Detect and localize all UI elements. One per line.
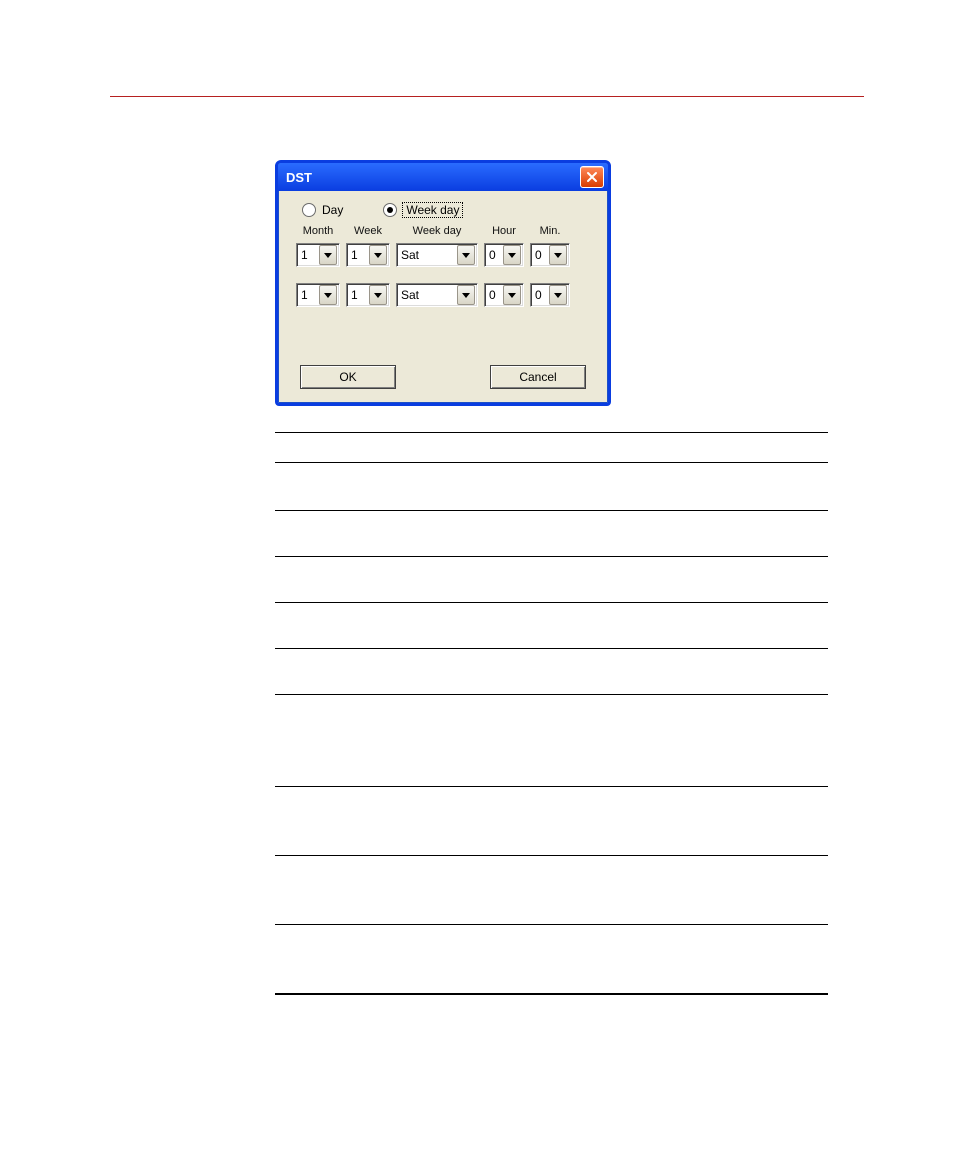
hour-value: 0 (485, 248, 501, 262)
page-top-rule (110, 96, 864, 97)
titlebar: DST (278, 163, 608, 191)
weekday-select-2[interactable]: Sat (396, 283, 478, 307)
radio-icon (383, 203, 397, 217)
weekday-value: Sat (397, 288, 455, 302)
month-value: 1 (297, 288, 317, 302)
separator (275, 462, 828, 463)
chevron-down-icon (503, 285, 521, 305)
separator (275, 556, 828, 557)
chevron-down-icon (503, 245, 521, 265)
separator (275, 432, 828, 433)
chevron-down-icon (549, 245, 567, 265)
hdr-min: Min. (530, 225, 570, 237)
chevron-down-icon (319, 245, 337, 265)
table-row: 1 1 Sat 0 0 (296, 283, 594, 307)
hour-value: 0 (485, 288, 501, 302)
hour-select-2[interactable]: 0 (484, 283, 524, 307)
chevron-down-icon (319, 285, 337, 305)
month-value: 1 (297, 248, 317, 262)
radio-group: Day Week day (302, 203, 594, 217)
min-value: 0 (531, 248, 547, 262)
dialog-title: DST (286, 170, 312, 185)
chevron-down-icon (457, 245, 475, 265)
separator (275, 648, 828, 649)
chevron-down-icon (457, 285, 475, 305)
radio-day[interactable]: Day (302, 203, 343, 217)
month-select-1[interactable]: 1 (296, 243, 340, 267)
hdr-week: Week (346, 225, 390, 237)
week-value: 1 (347, 288, 367, 302)
hdr-month: Month (296, 225, 340, 237)
chevron-down-icon (369, 245, 387, 265)
hdr-hour: Hour (484, 225, 524, 237)
separator (275, 510, 828, 511)
separator (275, 694, 828, 695)
cancel-button[interactable]: Cancel (490, 365, 586, 389)
table-row: 1 1 Sat 0 0 (296, 243, 594, 267)
separator (275, 602, 828, 603)
close-icon (586, 171, 598, 183)
radio-weekday-label: Week day (403, 203, 462, 217)
weekday-select-1[interactable]: Sat (396, 243, 478, 267)
separator (275, 924, 828, 925)
min-select-2[interactable]: 0 (530, 283, 570, 307)
radio-day-label: Day (322, 203, 343, 217)
column-headers: Month Week Week day Hour Min. (296, 225, 594, 237)
week-select-1[interactable]: 1 (346, 243, 390, 267)
separator (275, 855, 828, 856)
chevron-down-icon (549, 285, 567, 305)
line-group (275, 432, 828, 444)
month-select-2[interactable]: 1 (296, 283, 340, 307)
ok-button[interactable]: OK (300, 365, 396, 389)
hour-select-1[interactable]: 0 (484, 243, 524, 267)
week-select-2[interactable]: 1 (346, 283, 390, 307)
weekday-value: Sat (397, 248, 455, 262)
close-button[interactable] (580, 166, 604, 188)
week-value: 1 (347, 248, 367, 262)
dst-dialog: DST Day Week day (275, 160, 611, 406)
min-select-1[interactable]: 0 (530, 243, 570, 267)
hdr-weekday: Week day (396, 225, 478, 237)
radio-icon (302, 203, 316, 217)
separator (275, 994, 828, 995)
chevron-down-icon (369, 285, 387, 305)
radio-weekday[interactable]: Week day (383, 203, 462, 217)
min-value: 0 (531, 288, 547, 302)
separator (275, 786, 828, 787)
